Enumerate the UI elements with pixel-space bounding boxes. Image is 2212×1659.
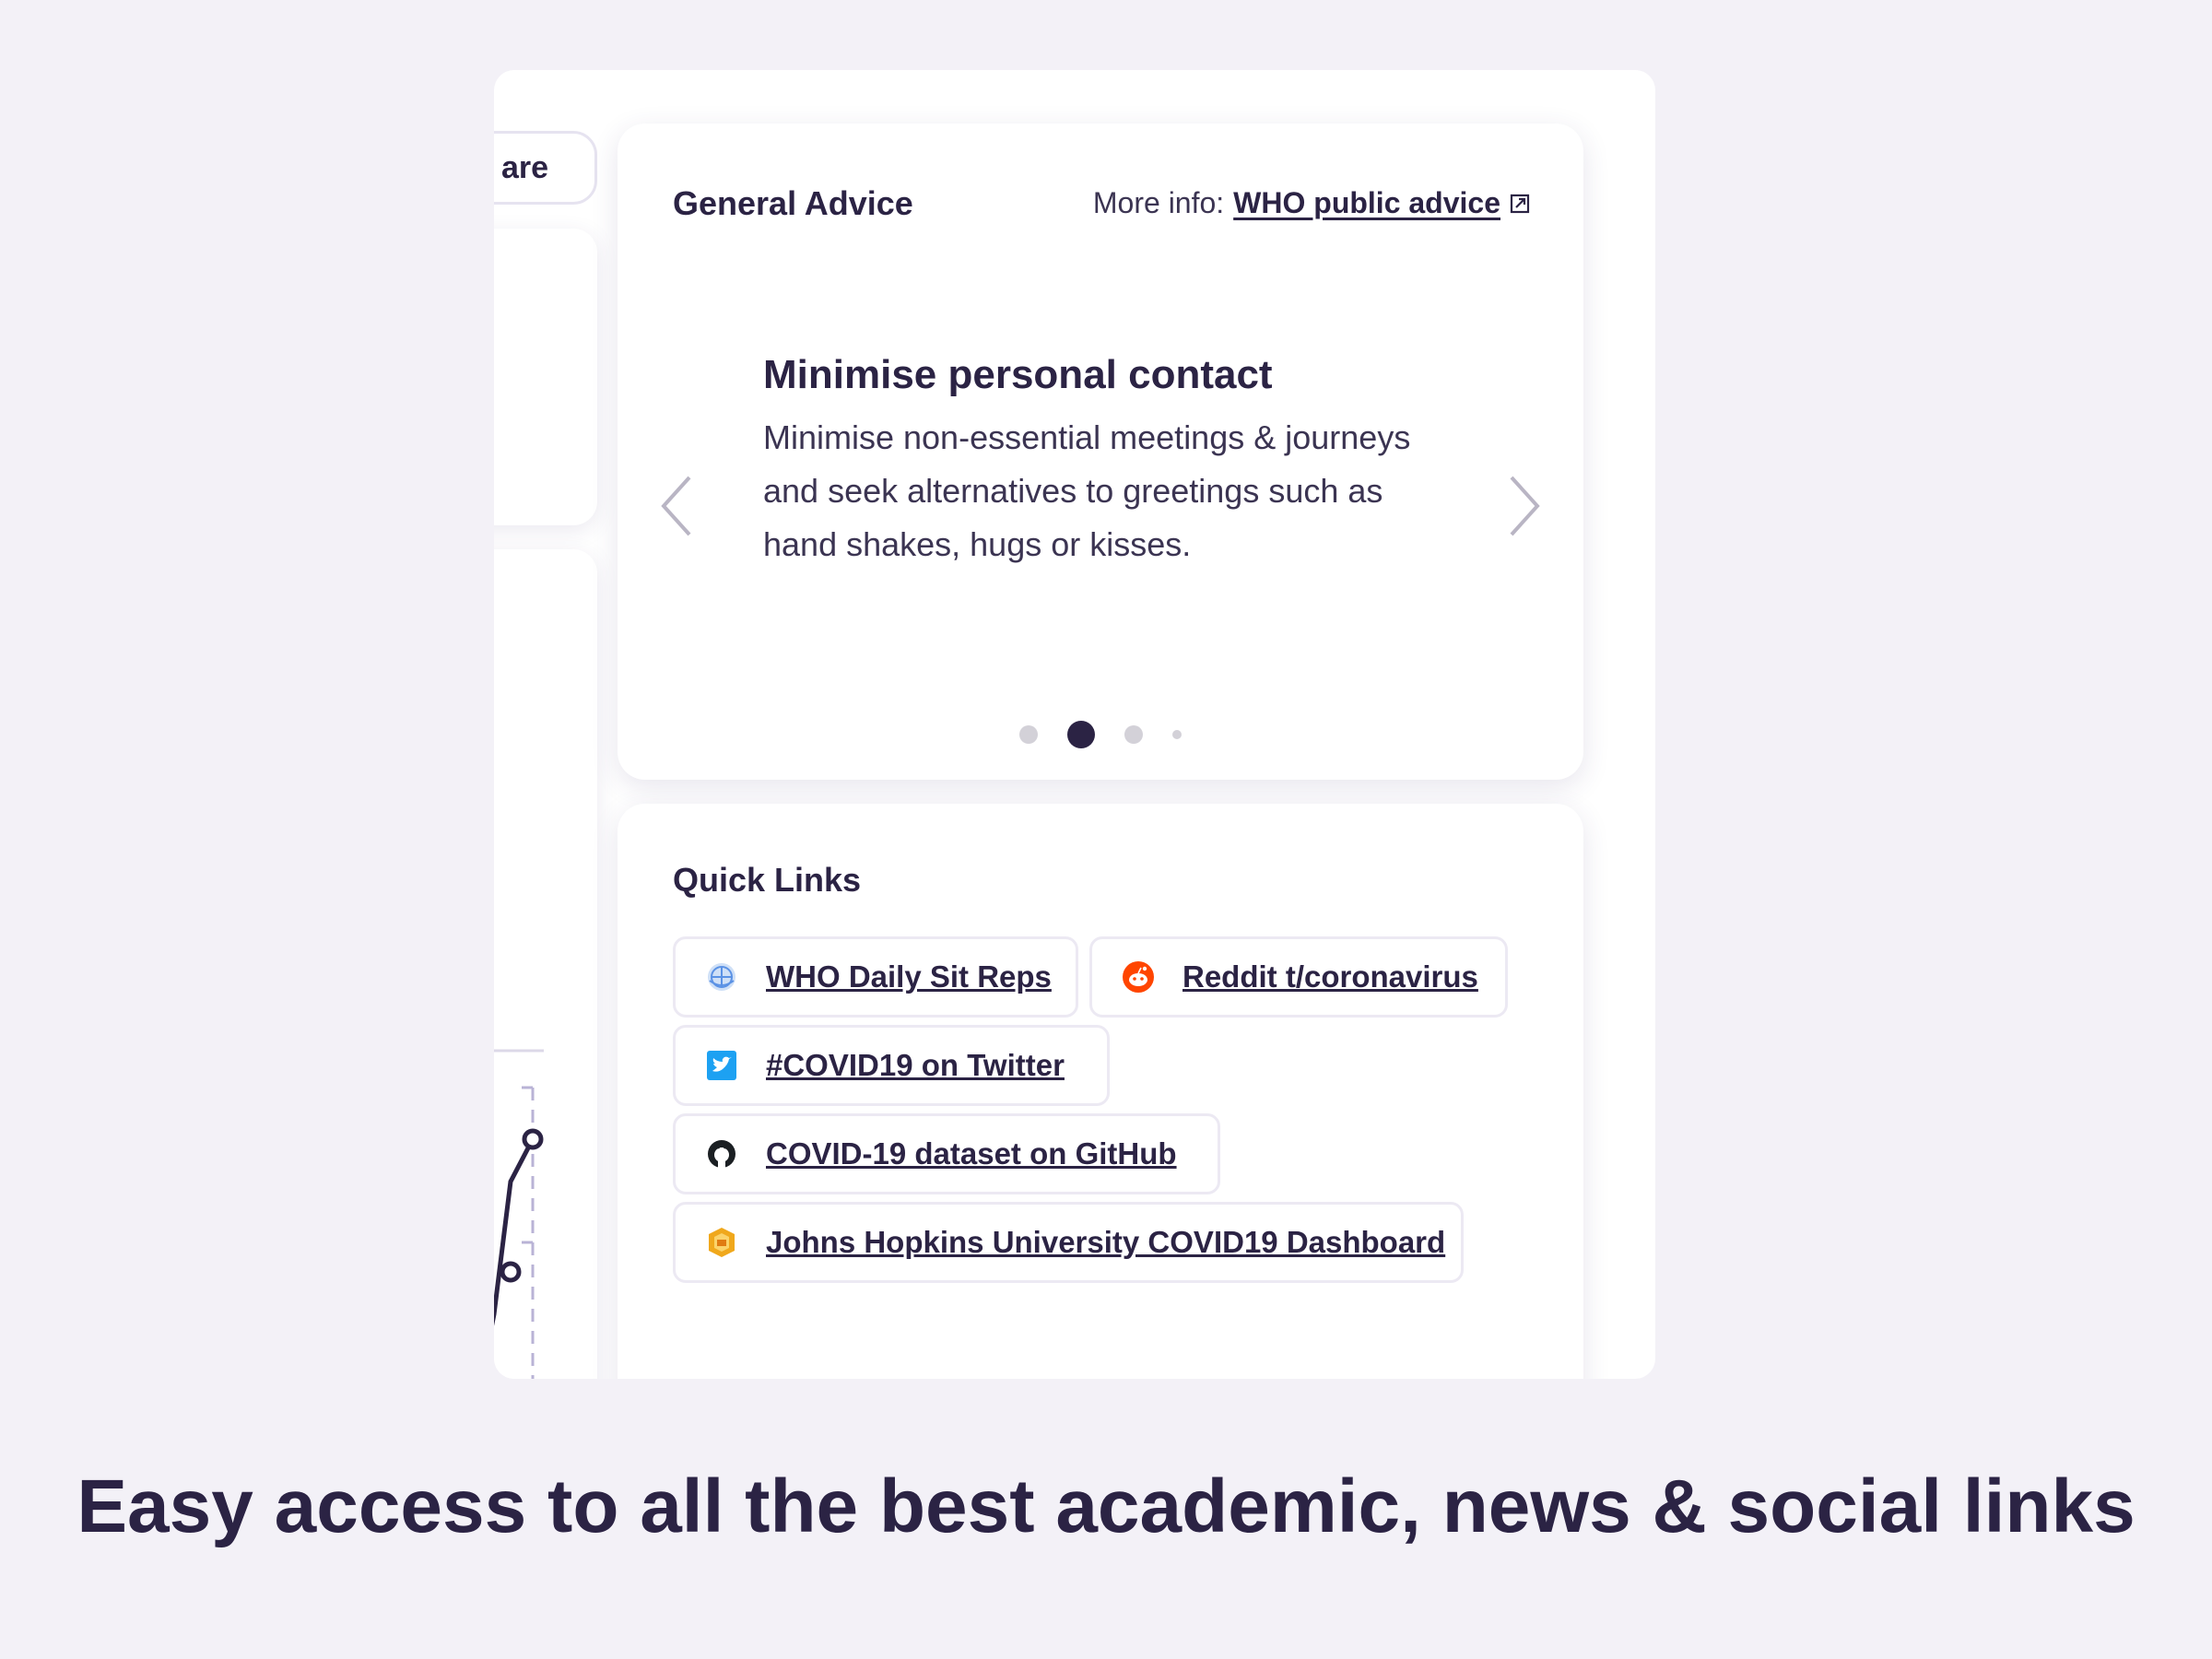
- share-button-label: are: [500, 149, 548, 185]
- github-icon: [708, 1140, 735, 1168]
- link-reddit-coronavirus[interactable]: Reddit t/coronavirus: [1089, 936, 1508, 1018]
- chevron-right-icon[interactable]: [1506, 474, 1543, 538]
- carousel-dot[interactable]: [1172, 730, 1182, 739]
- link-label: WHO Daily Sit Reps: [766, 959, 1052, 994]
- link-covid19-github-dataset[interactable]: COVID-19 dataset on GitHub: [673, 1113, 1220, 1194]
- link-label: Johns Hopkins University COVID19 Dashboa…: [766, 1225, 1446, 1259]
- link-label: #COVID19 on Twitter: [766, 1048, 1065, 1082]
- app-panel: are General Advice More info: WHO public…: [494, 70, 1655, 1379]
- carousel-dot-active[interactable]: [1067, 721, 1095, 748]
- link-label: COVID-19 dataset on GitHub: [766, 1136, 1177, 1171]
- share-button[interactable]: are: [494, 131, 597, 205]
- chevron-left-icon[interactable]: [658, 474, 695, 538]
- carousel-dots: [618, 721, 1583, 748]
- link-jhu-covid19-dashboard[interactable]: Johns Hopkins University COVID19 Dashboa…: [673, 1202, 1464, 1283]
- general-advice-card: General Advice More info: WHO public adv…: [618, 124, 1583, 780]
- more-info-label: More info:: [1092, 186, 1225, 219]
- who-icon: [708, 963, 735, 991]
- reddit-icon: [1123, 961, 1154, 993]
- who-public-advice-link[interactable]: WHO public advice: [1233, 186, 1500, 220]
- partial-line-chart: [494, 1049, 544, 1379]
- link-covid19-twitter[interactable]: #COVID19 on Twitter: [673, 1025, 1110, 1106]
- chart-series-line: [494, 1137, 535, 1326]
- twitter-icon: [707, 1051, 736, 1080]
- more-info: More info: WHO public advice: [1093, 186, 1530, 220]
- quick-links-title: Quick Links: [673, 861, 862, 899]
- chart-point: [522, 1128, 544, 1150]
- jhu-dashboard-icon: [709, 1228, 735, 1257]
- advice-body: Minimise non-essential meetings & journe…: [763, 418, 1411, 563]
- quick-links-card: Quick Links WHO Daily Sit Reps Reddit t/…: [618, 804, 1583, 1379]
- external-link-icon: [1510, 194, 1530, 213]
- carousel-dot[interactable]: [1019, 725, 1038, 744]
- link-label: Reddit t/coronavirus: [1182, 959, 1478, 994]
- link-who-daily-sit-reps[interactable]: WHO Daily Sit Reps: [673, 936, 1078, 1018]
- chart-point: [500, 1261, 522, 1283]
- general-advice-title: General Advice: [673, 184, 913, 222]
- carousel-dot[interactable]: [1124, 725, 1143, 744]
- left-card-top: [494, 229, 597, 525]
- advice-heading: Minimise personal contact: [763, 352, 1273, 397]
- marketing-caption: Easy access to all the best academic, ne…: [76, 1465, 2136, 1548]
